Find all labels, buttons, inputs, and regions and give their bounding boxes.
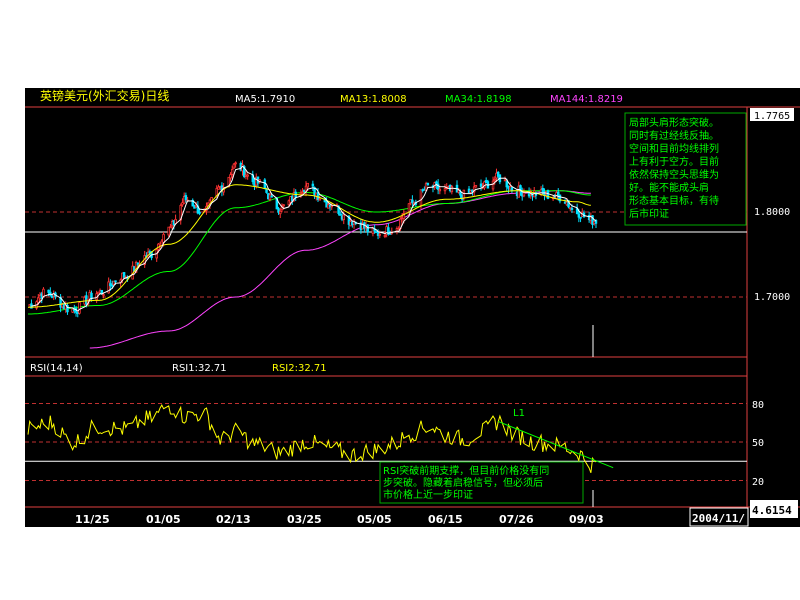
top-note-line: 形态基本目标，有待 <box>629 194 719 207</box>
candle-body <box>474 184 478 188</box>
candle-body <box>479 183 483 187</box>
x-tick-0213: 02/13 <box>216 513 251 526</box>
chart-root: 英镑美元(外汇交易)日线 MA5:1.7910 MA13:1.8008 MA34… <box>25 88 800 527</box>
top-note-line: 同时有过经线反抽。 <box>629 129 719 142</box>
candle-body <box>136 262 140 265</box>
candle-body <box>114 280 117 283</box>
candle-body <box>184 195 188 201</box>
date-readout: 2004/11/ <box>692 512 745 525</box>
x-tick-0505: 05/05 <box>357 513 392 526</box>
candle-body <box>426 182 430 186</box>
candle-body <box>162 233 165 244</box>
candle-body <box>339 213 342 216</box>
candle-body <box>122 272 126 278</box>
candle-body <box>491 180 495 190</box>
candle-body <box>282 204 285 207</box>
candle-body <box>383 235 387 237</box>
candle-body <box>102 294 105 296</box>
bottom-note-line: RSI突破前期支撑，但目前价格没有同 <box>383 464 549 477</box>
x-tick-1125: 11/25 <box>75 513 110 526</box>
candle-body <box>503 179 507 182</box>
x-tick-0903: 09/03 <box>569 513 604 526</box>
candle-body <box>459 191 462 196</box>
top-note-line: 局部头肩形态突破。 <box>629 116 719 129</box>
candle-body <box>450 186 454 193</box>
rsi-name-label: RSI(14,14) <box>30 363 83 374</box>
top-note-line: 上有利于空方。目前 <box>629 155 719 168</box>
candle-body <box>167 226 170 236</box>
candle-body <box>306 182 309 188</box>
bottom-note-line: 步突破。隐藏着启稳信号，但必须后 <box>383 476 543 489</box>
rsi2-label: RSI2:32.71 <box>272 363 327 374</box>
candle-body <box>570 208 574 210</box>
ma13-label: MA13:1.8008 <box>340 94 407 105</box>
candle-body <box>419 189 423 206</box>
price-tick-top: 1.7765 <box>754 111 790 122</box>
candle-body <box>318 198 321 201</box>
ma5-label: MA5:1.7910 <box>235 94 295 105</box>
candle-body <box>246 174 249 177</box>
candle-body <box>230 169 234 175</box>
price-tick-low: 1.7000 <box>754 292 790 303</box>
candle-body <box>263 179 267 189</box>
bottom-note-line: 市价格上近一步印证 <box>383 488 473 501</box>
top-note-line: 好。能不能成头肩 <box>629 181 709 194</box>
x-tick-0615: 06/15 <box>428 513 463 526</box>
candle-body <box>78 302 81 314</box>
top-note-line: 后市印证 <box>629 207 669 220</box>
candle-body <box>279 210 282 215</box>
x-tick-0726: 07/26 <box>499 513 534 526</box>
candle-body <box>229 174 232 179</box>
candle-body <box>234 162 237 165</box>
candle-body <box>330 205 333 208</box>
candle-body <box>198 211 201 214</box>
candle-body <box>169 226 172 229</box>
candle-body <box>579 216 582 219</box>
candle-body <box>232 163 236 169</box>
candle-body <box>342 214 345 221</box>
rsi1-label: RSI1:32.71 <box>172 363 227 374</box>
candle-body <box>311 183 315 187</box>
candle-body <box>577 213 581 218</box>
candle-body <box>411 199 414 204</box>
candle-body <box>493 178 496 181</box>
candle-body <box>522 192 526 197</box>
ma34-label: MA34:1.8198 <box>445 94 512 105</box>
candle-body <box>378 233 382 236</box>
x-tick-0325: 03/25 <box>287 513 322 526</box>
candle-body <box>265 188 268 193</box>
price-tick-mid: 1.8000 <box>754 207 790 218</box>
candle-body <box>435 181 438 185</box>
candle-body <box>438 188 442 192</box>
candle-body <box>510 187 514 191</box>
rsi-tick-50: 50 <box>752 438 764 449</box>
top-note-line: 依然保持空头思维为 <box>629 168 719 181</box>
top-note-line: 空间和目前均线排列 <box>629 142 719 155</box>
candle-body <box>270 195 273 198</box>
candle-body <box>546 190 550 199</box>
rsi-tick-20: 20 <box>752 477 764 488</box>
rsi-tick-80: 80 <box>752 400 764 411</box>
trendline-label: L1 <box>513 408 525 419</box>
x-tick-0105: 01/05 <box>146 513 181 526</box>
current-price-readout: 4.6154 <box>752 504 792 517</box>
chart-title: 英镑美元(外汇交易)日线 <box>40 88 169 103</box>
ma144-label: MA144:1.8219 <box>550 94 623 105</box>
